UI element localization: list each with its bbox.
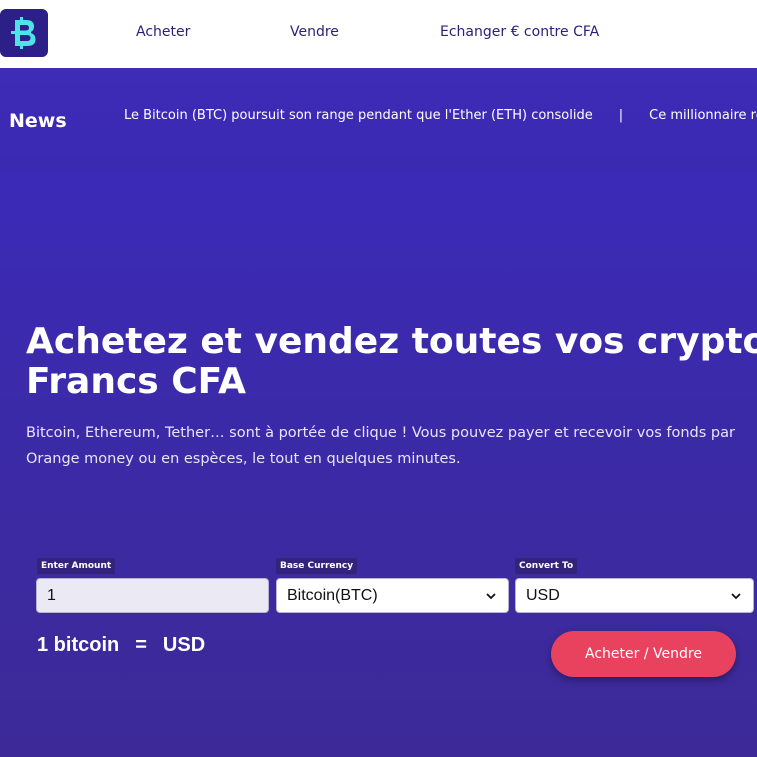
bitcoin-b-logo-icon [11, 17, 36, 49]
chevron-down-icon [486, 592, 496, 599]
base-currency-value: Bitcoin(BTC) [287, 586, 378, 604]
hero-subtitle: Bitcoin, Ethereum, Tether… sont à portée… [26, 425, 735, 467]
base-currency-select[interactable]: Bitcoin(BTC) [276, 578, 509, 613]
hero-title: Achetez et vendez toutes vos cryptos en … [26, 322, 757, 402]
hero-title-line: Francs CFA [26, 361, 247, 402]
result-equals: = [135, 634, 147, 656]
news-ticker: Le Bitcoin (BTC) poursuit son range pend… [124, 108, 757, 123]
chevron-down-icon [731, 592, 741, 599]
amount-input[interactable] [36, 578, 269, 613]
amount-label: Enter Amount [37, 558, 116, 574]
convert-to-select[interactable]: USD [515, 578, 754, 613]
conversion-result: 1 bitcoin = USD [37, 634, 205, 657]
nav-acheter[interactable]: Acheter [136, 24, 190, 40]
convert-to-value: USD [526, 586, 560, 604]
hero-title-line: Achetez et vendez toutes vos cryptos en [26, 321, 757, 362]
news-title: News [9, 110, 67, 132]
news-bar: News Le Bitcoin (BTC) poursuit son range… [0, 68, 757, 174]
base-currency-label: Base Currency [276, 558, 358, 574]
nav-vendre[interactable]: Vendre [290, 24, 339, 40]
news-item[interactable]: Le Bitcoin (BTC) poursuit son range pend… [124, 108, 593, 123]
buy-sell-button[interactable]: Acheter / Vendre [551, 631, 736, 677]
result-base: 1 bitcoin [37, 634, 120, 656]
convert-to-label: Convert To [515, 558, 578, 574]
hero-section: Achetez et vendez toutes vos cryptos en … [0, 174, 757, 757]
result-target: USD [162, 634, 206, 656]
nav-echanger[interactable]: Echanger € contre CFA [440, 24, 599, 40]
top-header: Acheter Vendre Echanger € contre CFA [0, 0, 757, 68]
news-separator: | [618, 108, 624, 123]
news-item[interactable]: Ce millionnaire rêve [649, 108, 757, 123]
site-logo[interactable] [0, 9, 48, 57]
